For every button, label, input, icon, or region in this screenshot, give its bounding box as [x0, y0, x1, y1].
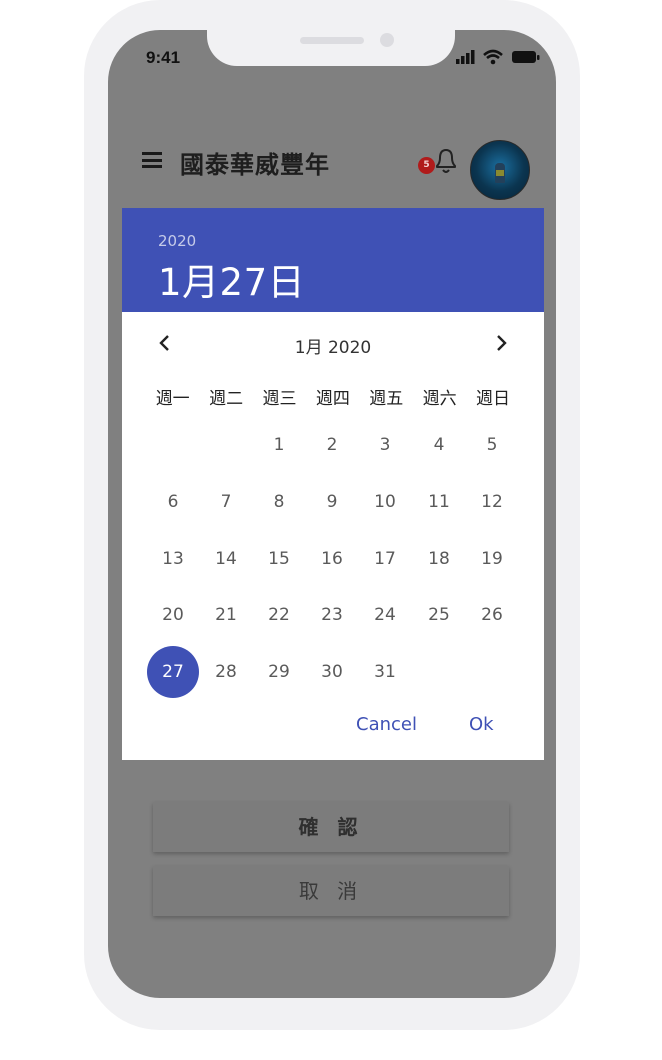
weekday-header: 週一 週二 週三 週四 週五 週六 週日: [146, 384, 520, 409]
avatar-vest: [496, 170, 504, 176]
front-camera: [380, 33, 394, 47]
weekday-label: 週五: [369, 389, 404, 409]
calendar-day[interactable]: 17: [359, 533, 411, 585]
weekday-label: 週六: [422, 389, 457, 409]
calendar-day[interactable]: 22: [253, 589, 305, 641]
phone-notch: [207, 0, 455, 66]
calendar-day[interactable]: 20: [147, 589, 199, 641]
avatar[interactable]: [470, 140, 530, 200]
calendar-day[interactable]: 15: [253, 533, 305, 585]
selected-date: 1月27日: [158, 261, 306, 304]
calendar-day[interactable]: 4: [413, 419, 465, 471]
calendar-day[interactable]: 24: [359, 589, 411, 641]
calendar-day[interactable]: 8: [253, 476, 305, 528]
ok-button[interactable]: Ok: [469, 714, 494, 735]
cancel-button[interactable]: Cancel: [356, 714, 417, 735]
calendar-day[interactable]: 7: [200, 476, 252, 528]
menu-icon[interactable]: [142, 152, 162, 168]
calendar-day[interactable]: 2: [306, 419, 358, 471]
confirm-button[interactable]: 確 認: [153, 802, 509, 852]
speaker-grille: [300, 37, 364, 44]
weekday-label: 週二: [209, 389, 244, 409]
status-icons: [456, 49, 540, 65]
calendar-day[interactable]: 3: [359, 419, 411, 471]
month-label: 1月 2020: [294, 338, 372, 358]
calendar-day[interactable]: 6: [147, 476, 199, 528]
calendar-day[interactable]: 28: [200, 646, 252, 698]
date-picker-header: 2020 1月27日: [122, 208, 544, 312]
chevron-right-icon[interactable]: [491, 333, 511, 353]
weekday-label: 週三: [262, 389, 297, 409]
weekday-label: 週日: [476, 389, 511, 409]
calendar-day[interactable]: 16: [306, 533, 358, 585]
weekday-label: 週四: [315, 389, 350, 409]
status-time: 9:41: [146, 48, 181, 67]
calendar-day[interactable]: 10: [359, 476, 411, 528]
signal-icon: [456, 50, 475, 64]
calendar-day[interactable]: 25: [413, 589, 465, 641]
calendar-day[interactable]: 31: [359, 646, 411, 698]
calendar-day[interactable]: 11: [413, 476, 465, 528]
calendar-day[interactable]: 9: [306, 476, 358, 528]
battery-icon: [512, 51, 540, 63]
bell-icon[interactable]: [432, 146, 460, 176]
calendar-day[interactable]: 5: [466, 419, 518, 471]
calendar-day[interactable]: 13: [147, 533, 199, 585]
cancel-main-button[interactable]: 取 消: [153, 866, 509, 916]
calendar-day-selected[interactable]: 27: [147, 646, 199, 698]
app-title: 國泰華威豐年: [180, 151, 330, 179]
notification-badge: 5: [418, 157, 435, 174]
date-picker-dialog: 2020 1月27日 1月 2020 週一 週二 週三 週四 週五 週六 週日 …: [122, 208, 544, 760]
calendar-day[interactable]: 26: [466, 589, 518, 641]
calendar-day[interactable]: 30: [306, 646, 358, 698]
calendar-day[interactable]: 12: [466, 476, 518, 528]
wifi-icon: [483, 49, 503, 65]
calendar-day[interactable]: 23: [306, 589, 358, 641]
selected-year[interactable]: 2020: [158, 232, 196, 250]
calendar-day[interactable]: 1: [253, 419, 305, 471]
calendar-day[interactable]: 21: [200, 589, 252, 641]
calendar-day[interactable]: 29: [253, 646, 305, 698]
calendar-day[interactable]: 18: [413, 533, 465, 585]
weekday-label: 週一: [155, 389, 190, 409]
calendar-day[interactable]: 19: [466, 533, 518, 585]
calendar-day[interactable]: 14: [200, 533, 252, 585]
